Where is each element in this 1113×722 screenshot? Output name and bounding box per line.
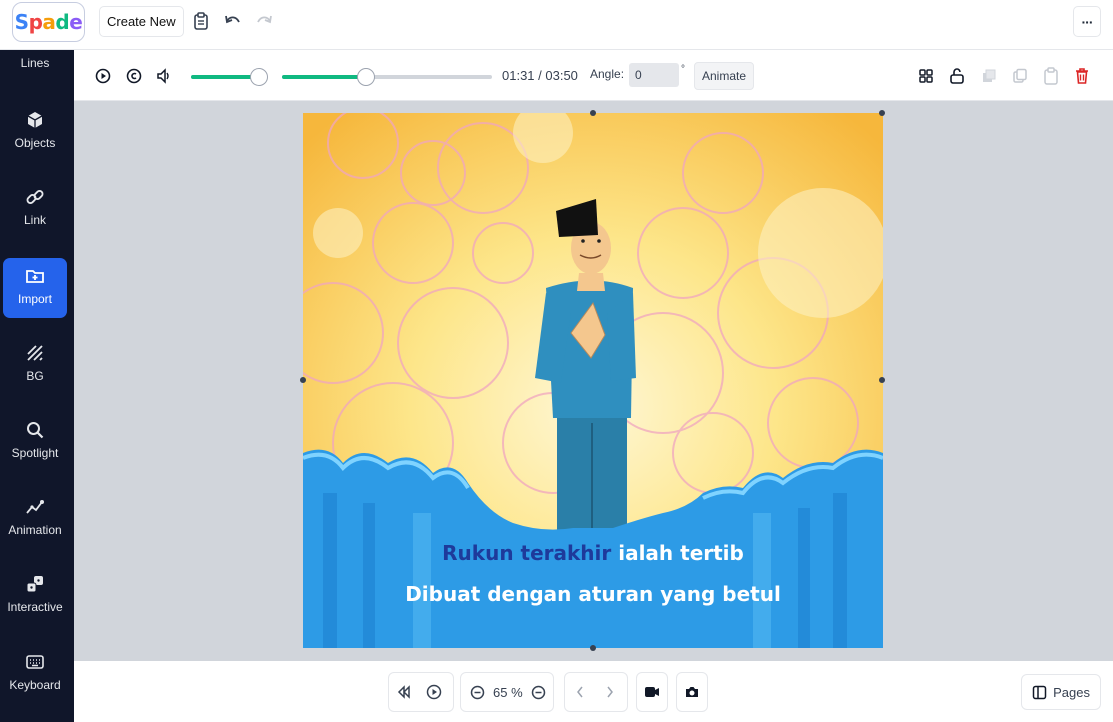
resize-handle-right[interactable] <box>879 377 885 383</box>
canvas-area: Rukun terakhir ialah tertib Dibuat denga… <box>74 101 1113 661</box>
slide-stage[interactable]: Rukun terakhir ialah tertib Dibuat denga… <box>303 113 883 648</box>
bottom-bar: 65 % Pages <box>74 661 1113 722</box>
degree-symbol: ° <box>681 64 685 75</box>
playback-controls <box>388 672 454 712</box>
copy-icon[interactable] <box>1011 67 1029 85</box>
sidebar-item-label: Keyboard <box>9 678 61 692</box>
play-icon[interactable] <box>94 67 112 85</box>
logo-letter: p <box>28 10 43 34</box>
sidebar-item-link[interactable]: Link <box>3 179 67 239</box>
sidebar-item-keyboard[interactable]: Keyboard <box>3 644 67 704</box>
sidebar-item-interactive[interactable]: Interactive <box>3 566 67 626</box>
media-toolbar: 01:31 / 03:50 Angle: ° Animate <box>74 51 1113 101</box>
resize-handle-bottom[interactable] <box>590 645 596 651</box>
playback-slider-knob[interactable] <box>357 68 375 86</box>
search-icon <box>27 422 44 439</box>
cube-icon <box>27 112 43 128</box>
volume-slider-knob[interactable] <box>250 68 269 86</box>
sidebar-item-label: Link <box>23 213 46 227</box>
sidebar-item-objects[interactable]: Objects <box>3 102 67 162</box>
volume-slider[interactable] <box>191 68 269 86</box>
playback-time: 01:31 / 03:50 <box>502 68 578 83</box>
clipboard-icon[interactable] <box>191 11 211 31</box>
animate-button[interactable]: Animate <box>694 62 755 90</box>
caption-line-1: Rukun terakhir ialah tertib <box>303 541 883 565</box>
rewind-icon[interactable] <box>389 677 419 707</box>
zoom-in-icon[interactable] <box>527 677 551 707</box>
sidebar-item-animation[interactable]: Animation <box>3 489 67 549</box>
volume-icon[interactable] <box>156 67 174 85</box>
play-circle-icon[interactable] <box>419 677 449 707</box>
sidebar-item-label: Interactive <box>7 600 63 614</box>
angle-label: Angle: <box>590 67 625 81</box>
snapshot-control <box>676 672 708 712</box>
record-control <box>636 672 668 712</box>
resize-handle-top-right[interactable] <box>879 110 885 116</box>
link-icon <box>26 190 44 204</box>
trash-icon[interactable] <box>1073 67 1091 85</box>
app-root: Spade Create New ··· Lines Objects Link … <box>0 0 1113 722</box>
resize-handle-left[interactable] <box>300 377 306 383</box>
pages-button[interactable]: Pages <box>1021 674 1101 710</box>
lock-icon[interactable] <box>948 67 966 85</box>
logo-letter: d <box>55 10 70 34</box>
more-options-button[interactable]: ··· <box>1073 6 1101 37</box>
logo-letter: S <box>14 10 29 34</box>
background-icon <box>27 345 43 361</box>
top-bar: Spade Create New ··· <box>0 0 1113 50</box>
chevron-left-icon[interactable] <box>565 677 595 707</box>
layers-icon[interactable] <box>980 67 998 85</box>
sidebar-item-label: BG <box>26 369 44 383</box>
sidebar-item-bg[interactable]: BG <box>3 335 67 395</box>
playback-slider-fill <box>282 75 366 79</box>
zoom-controls: 65 % <box>460 672 554 712</box>
undo-icon[interactable] <box>223 11 243 31</box>
logo-letter: e <box>69 10 83 34</box>
sidebar-item-label: Animation <box>8 523 62 537</box>
slide-illustration <box>303 113 883 648</box>
dice-icon <box>26 576 43 593</box>
caption-rest: ialah tertib <box>611 541 744 565</box>
paste-icon[interactable] <box>1042 67 1060 85</box>
sidebar-item-import[interactable]: Import <box>3 258 67 318</box>
sidebar-item-spotlight[interactable]: Spotlight <box>3 412 67 472</box>
volume-slider-fill <box>191 75 260 79</box>
angle-input[interactable] <box>629 63 679 87</box>
tool-sidebar: Lines Objects Link Import BG Spotlight A… <box>0 50 74 722</box>
sidebar-item-label: Lines <box>20 56 50 70</box>
zoom-out-icon[interactable] <box>465 677 489 707</box>
import-icon <box>26 270 44 283</box>
resize-handle-top[interactable] <box>590 110 596 116</box>
sidebar-item-label: Import <box>17 292 52 306</box>
playback-slider[interactable] <box>282 68 492 86</box>
zoom-level: 65 % <box>493 684 523 700</box>
copyright-icon[interactable] <box>125 67 143 85</box>
create-new-button[interactable]: Create New <box>99 6 184 37</box>
video-camera-icon[interactable] <box>637 677 667 707</box>
animation-icon <box>26 500 44 514</box>
sidebar-item-lines[interactable]: Lines <box>3 42 67 102</box>
app-logo[interactable]: Spade <box>12 2 85 42</box>
camera-icon[interactable] <box>677 677 707 707</box>
panel-icon <box>1032 685 1047 699</box>
redo-icon[interactable] <box>254 11 274 31</box>
logo-letter: a <box>42 10 56 34</box>
caption-line-2: Dibuat dengan aturan yang betul <box>405 582 781 606</box>
caption-highlight: Rukun terakhir <box>442 541 612 565</box>
chevron-right-icon[interactable] <box>595 677 625 707</box>
page-navigation <box>564 672 628 712</box>
sidebar-item-label: Objects <box>14 136 56 150</box>
sidebar-item-label: Spotlight <box>11 446 59 460</box>
pages-label: Pages <box>1053 684 1090 700</box>
keyboard-icon <box>26 655 44 669</box>
grid-icon[interactable] <box>917 67 935 85</box>
